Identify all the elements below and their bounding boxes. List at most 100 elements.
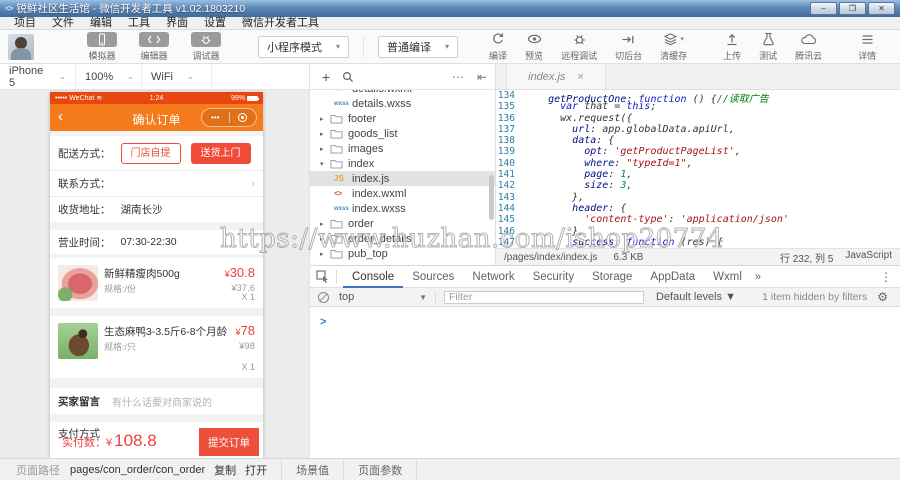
devtools-tab-security[interactable]: Security xyxy=(524,266,584,288)
tab-index-js[interactable]: index.js × xyxy=(506,64,606,89)
add-file-icon[interactable]: + xyxy=(322,70,330,84)
tree-file-details.wxss[interactable]: wxssdetails.wxss xyxy=(310,96,495,111)
product-row[interactable]: 生态麻鸭3-3.5斤6-8个月龄规格:/只¥78¥98X 1 xyxy=(50,316,263,378)
exit-circle-button[interactable] xyxy=(230,109,257,126)
more-dots-button[interactable]: ••• xyxy=(202,109,229,126)
collapse-sidebar-icon[interactable]: ⇤ xyxy=(477,70,487,84)
tree-file-index.wxss[interactable]: wxssindex.wxss xyxy=(310,201,495,216)
code-text: size: 3, xyxy=(524,180,632,191)
console-filter-bar: top ▼ Default levels ▼ 1 item hidden by … xyxy=(310,288,900,307)
devtools-tab-console[interactable]: Console xyxy=(343,266,403,288)
tencent-cloud-button[interactable]: 腾讯云 xyxy=(786,32,831,62)
console-filter-input[interactable] xyxy=(444,291,644,304)
language-mode[interactable]: JavaScript xyxy=(845,250,892,265)
details-button[interactable]: 详情 xyxy=(849,32,885,62)
message-section[interactable]: 买家留言 有什么话要对商家说的 xyxy=(50,388,263,414)
tree-folder-index[interactable]: ▾index xyxy=(310,156,495,171)
devtools-tab-network[interactable]: Network xyxy=(463,266,523,288)
context-select[interactable]: top ▼ xyxy=(339,291,427,303)
devtools-tab-sources[interactable]: Sources xyxy=(403,266,463,288)
code-editor[interactable]: 134 getProductOne: function () {//读取广告13… xyxy=(496,90,900,248)
close-button[interactable]: ✕ xyxy=(868,2,895,15)
tab-label: index.js xyxy=(528,71,565,83)
action-label: 测试 xyxy=(759,49,777,62)
address-row[interactable]: 收货地址： 湖南长沙 xyxy=(50,196,263,222)
kebab-menu-icon[interactable]: ⋮ xyxy=(880,270,892,284)
tree-folder-order[interactable]: ▸order xyxy=(310,216,495,231)
code-token: 'getProductPageList' xyxy=(614,146,734,157)
device-select[interactable]: iPhone 5 ⌄ xyxy=(0,64,76,89)
menu-item-2[interactable]: 编辑 xyxy=(82,17,120,30)
product-name: 新鲜精瘦肉500g xyxy=(104,266,180,281)
code-token xyxy=(524,237,572,248)
caret-right-icon: ▸ xyxy=(320,250,330,258)
mode-select-value: 小程序模式 xyxy=(267,39,322,55)
pickup-button[interactable]: 门店自提 xyxy=(121,143,181,164)
toolbar-simulator-button[interactable]: 模拟器 xyxy=(76,32,128,62)
test-button[interactable]: 测试 xyxy=(750,32,786,62)
tree-folder-pub_top[interactable]: ▸pub_top xyxy=(310,246,495,261)
menu-item-1[interactable]: 文件 xyxy=(44,17,82,30)
network-select[interactable]: WiFi ⌄ xyxy=(142,64,212,89)
tab-overflow-icon[interactable]: » xyxy=(751,271,765,283)
page-params-button[interactable]: 页面参数 xyxy=(344,462,416,478)
open-path-button[interactable]: 打开 xyxy=(245,462,267,478)
clear-cache-button[interactable]: ▾清缓存 xyxy=(651,32,696,62)
product-row[interactable]: 新鲜精瘦肉500g规格:/份¥30.8¥37.6X 1 xyxy=(50,258,263,308)
zoom-select[interactable]: 100% ⌄ xyxy=(76,64,142,89)
tree-folder-images[interactable]: ▸images xyxy=(310,141,495,156)
explorer-header: + ⋯ ⇤ xyxy=(310,64,496,90)
submit-order-button[interactable]: 提交订单 xyxy=(199,428,259,456)
remote-debug-button[interactable]: 远程调试 xyxy=(552,32,606,62)
background-button[interactable]: 切后台 xyxy=(606,32,651,62)
delivery-row: 配送方式： 门店自提 送货上门 xyxy=(50,136,263,170)
contact-row[interactable]: 联系方式： › xyxy=(50,170,263,196)
inspect-element-icon[interactable] xyxy=(316,270,330,283)
toolbar-debugger-button[interactable]: 调试器 xyxy=(180,32,232,62)
upload-button[interactable]: 上传 xyxy=(714,32,750,62)
menu-item-5[interactable]: 设置 xyxy=(196,17,234,30)
devtools-tab-appdata[interactable]: AppData xyxy=(641,266,704,288)
code-token: , xyxy=(626,180,632,191)
tree-scrollbar-thumb[interactable] xyxy=(489,175,494,220)
tree-folder-order_details[interactable]: ▸order_details xyxy=(310,231,495,246)
console-output[interactable]: > xyxy=(310,307,900,330)
search-icon[interactable] xyxy=(342,71,354,83)
delivery-button[interactable]: 送货上门 xyxy=(191,143,251,164)
wxss-file-icon: wxss xyxy=(334,206,352,212)
compile-icon xyxy=(491,32,505,47)
device-name: iPhone 5 xyxy=(9,65,45,89)
menu-item-6[interactable]: 微信开发者工具 xyxy=(234,17,327,30)
devtools-tab-wxml[interactable]: Wxml xyxy=(704,266,751,288)
chevron-down-icon: ⌄ xyxy=(59,72,66,81)
compile-mode-select[interactable]: 普通编译 ▾ xyxy=(378,36,458,58)
toolbar-editor-button[interactable]: 编辑器 xyxy=(128,32,180,62)
copy-path-button[interactable]: 复制 xyxy=(214,462,236,478)
gear-icon[interactable]: ⚙ xyxy=(877,290,888,304)
tree-file-index.js[interactable]: JSindex.js xyxy=(310,171,495,186)
tree-folder-footer[interactable]: ▸footer xyxy=(310,111,495,126)
compile-button[interactable]: 编译 xyxy=(480,32,516,62)
preview-button[interactable]: 预览 xyxy=(516,32,552,62)
code-token xyxy=(524,169,584,180)
tree-folder-goods_list[interactable]: ▸goods_list xyxy=(310,126,495,141)
maximize-button[interactable]: ❐ xyxy=(839,2,866,15)
menu-item-4[interactable]: 界面 xyxy=(158,17,196,30)
code-token: , xyxy=(626,169,632,180)
action-label: 编译 xyxy=(489,49,507,62)
tree-file-index.wxml[interactable]: <>index.wxml xyxy=(310,186,495,201)
code-token: () { xyxy=(687,94,717,105)
more-icon[interactable]: ⋯ xyxy=(452,70,465,84)
log-levels-select[interactable]: Default levels ▼ xyxy=(656,291,736,303)
minimize-button[interactable]: – xyxy=(810,2,837,15)
close-tab-icon[interactable]: × xyxy=(577,71,583,83)
clear-console-icon[interactable] xyxy=(318,292,329,303)
menu-item-0[interactable]: 项目 xyxy=(6,17,44,30)
mode-select[interactable]: 小程序模式 ▾ xyxy=(258,36,349,58)
menu-item-3[interactable]: 工具 xyxy=(120,17,158,30)
user-avatar[interactable] xyxy=(8,34,34,60)
cursor-position[interactable]: 行 232, 列 5 xyxy=(780,250,833,265)
devtools-tab-storage[interactable]: Storage xyxy=(583,266,641,288)
code-token: that = xyxy=(578,101,626,112)
scene-value-button[interactable]: 场景值 xyxy=(282,462,343,478)
